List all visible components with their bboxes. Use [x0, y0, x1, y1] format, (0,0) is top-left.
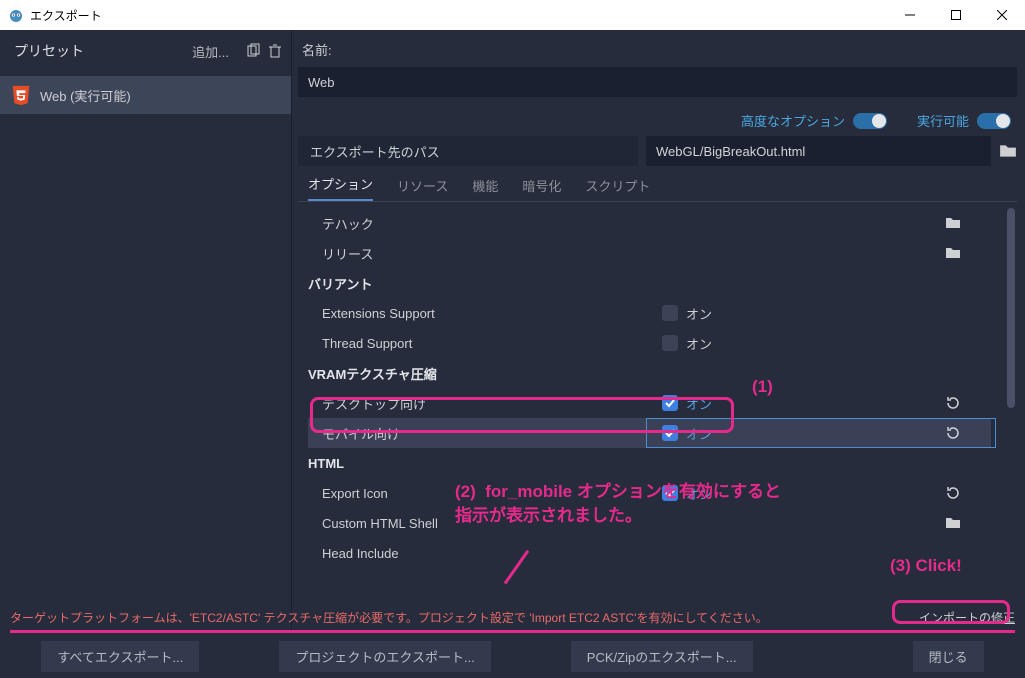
close-button[interactable]	[979, 0, 1025, 30]
checkbox-on-icon[interactable]	[662, 425, 678, 441]
reset-icon[interactable]	[945, 485, 961, 501]
opt-html-header: HTML	[308, 456, 648, 471]
export-project-button[interactable]: プロジェクトのエクスポート...	[279, 641, 490, 672]
tab-resources[interactable]: リソース	[397, 176, 448, 201]
tab-encryption[interactable]: 暗号化	[522, 176, 561, 201]
export-pck-button[interactable]: PCK/Zipのエクスポート...	[571, 641, 753, 672]
window-title: エクスポート	[30, 7, 102, 24]
checkbox-off-icon[interactable]	[662, 305, 678, 321]
close-dialog-button[interactable]: 閉じる	[913, 641, 984, 672]
error-row: ターゲットプラットフォームは、'ETC2/ASTC' テクスチャ圧縮が必要です。…	[10, 605, 1015, 633]
tab-options[interactable]: オプション	[308, 174, 373, 201]
switch-on-icon	[853, 113, 887, 129]
error-text: ターゲットプラットフォームは、'ETC2/ASTC' テクスチャ圧縮が必要です。…	[10, 609, 913, 626]
add-preset-link[interactable]: 追加...	[192, 42, 229, 61]
export-all-button[interactable]: すべてエクスポート...	[41, 641, 199, 672]
copy-icon[interactable]	[245, 43, 261, 59]
app-icon	[8, 7, 24, 23]
preset-item-web[interactable]: Web (実行可能)	[0, 76, 291, 114]
opt-release-label: リリース	[322, 244, 662, 263]
checkbox-off-icon[interactable]	[662, 335, 678, 351]
minimize-button[interactable]	[887, 0, 933, 30]
reset-icon[interactable]	[945, 425, 961, 441]
tab-script[interactable]: スクリプト	[585, 176, 650, 201]
html5-icon	[10, 84, 32, 106]
preset-panel: プリセット 追加... Web (実行可能)	[0, 30, 292, 632]
tabs: オプション リソース 機能 暗号化 スクリプト	[298, 172, 1017, 202]
reset-icon[interactable]	[945, 395, 961, 411]
checkbox-on-icon[interactable]	[662, 395, 678, 411]
switch-on-icon	[977, 113, 1011, 129]
checkbox-on-icon[interactable]	[662, 485, 678, 501]
opt-extensions-label: Extensions Support	[322, 306, 662, 321]
maximize-button[interactable]	[933, 0, 979, 30]
folder-icon[interactable]	[945, 245, 961, 261]
scrollbar[interactable]	[1007, 208, 1015, 588]
name-label: 名前:	[298, 30, 1017, 67]
advanced-options-toggle[interactable]: 高度なオプション	[741, 111, 887, 130]
opt-head-include-label: Head Include	[322, 546, 662, 561]
browse-folder-icon[interactable]	[999, 142, 1017, 160]
runnable-toggle[interactable]: 実行可能	[917, 111, 1011, 130]
folder-icon[interactable]	[945, 215, 961, 231]
trash-icon[interactable]	[267, 43, 283, 59]
bottom-buttons: すべてエクスポート... プロジェクトのエクスポート... PCK/Zipのエク…	[0, 641, 1025, 672]
folder-icon[interactable]	[945, 515, 961, 531]
opt-thread-label: Thread Support	[322, 336, 662, 351]
export-path-label: エクスポート先のパス	[298, 136, 638, 166]
fix-import-link[interactable]: インポートの修正	[919, 609, 1015, 626]
name-input[interactable]: Web	[298, 67, 1017, 97]
titlebar: エクスポート	[0, 0, 1025, 30]
opt-export-icon-label: Export Icon	[322, 486, 662, 501]
tab-features[interactable]: 機能	[472, 176, 498, 201]
opt-mobile-label: モバイル向け	[322, 424, 662, 443]
preset-header-label: プリセット	[14, 41, 84, 61]
settings-panel: 名前: Web 高度なオプション 実行可能 エクスポート先のパス WebGL/B…	[292, 30, 1025, 632]
preset-item-label: Web (実行可能)	[40, 86, 131, 105]
opt-desktop-label: デスクトップ向け	[322, 394, 662, 413]
export-path-input[interactable]: WebGL/BigBreakOut.html	[646, 136, 991, 166]
opt-variant-header: バリアント	[308, 274, 648, 293]
opt-debug-label: テハック	[322, 214, 662, 233]
opt-vram-header: VRAMテクスチャ圧縮	[308, 364, 648, 383]
opt-custom-shell-label: Custom HTML Shell	[322, 516, 662, 531]
